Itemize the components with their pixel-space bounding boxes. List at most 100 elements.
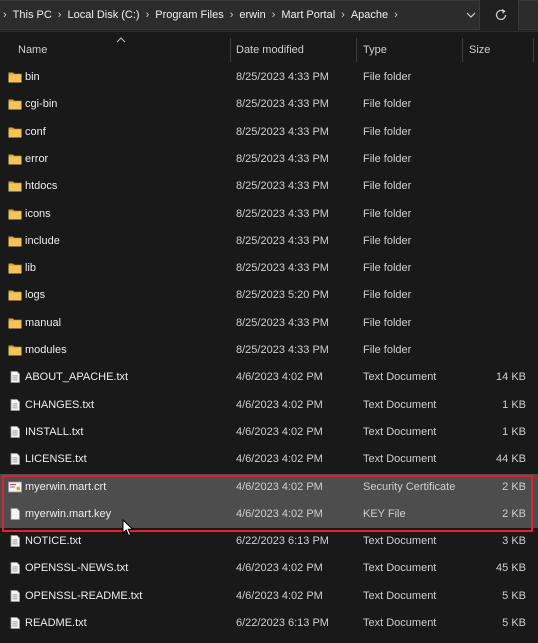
file-name: conf (25, 125, 46, 138)
file-row[interactable]: LICENSE.txt 4/6/2023 4:02 PM Text Document… (0, 446, 538, 473)
file-row[interactable]: bin 8/25/2023 4:33 PM File folder (0, 64, 538, 91)
chevron-right-icon[interactable]: › (272, 9, 276, 21)
file-name: NOTICE.txt (25, 535, 82, 548)
file-type: File folder (363, 262, 412, 275)
breadcrumb-apache[interactable]: Apache (351, 9, 388, 21)
file-name: myerwin.mart.key (25, 507, 112, 520)
file-row[interactable]: INSTALL.txt 4/6/2023 4:02 PM Text Document… (0, 419, 538, 446)
breadcrumb-this-pc[interactable]: This PC (13, 9, 52, 21)
file-name: OPENSSL-README.txt (25, 589, 143, 602)
file-type: Text Document (363, 453, 437, 466)
breadcrumb-mart-portal[interactable]: Mart Portal (281, 9, 335, 21)
file-size: 1 KB (502, 425, 526, 438)
file-date-modified: 8/25/2023 4:33 PM (236, 234, 329, 247)
file-row[interactable]: modules 8/25/2023 4:33 PM File folder (0, 337, 538, 364)
text-file-icon (8, 371, 22, 384)
file-type: Text Document (363, 425, 437, 438)
file-row[interactable]: myerwin.mart.crt 4/6/2023 4:02 PM Security… (0, 473, 538, 501)
folder-icon (8, 208, 22, 220)
file-type: Text Document (363, 562, 437, 575)
file-date-modified: 4/6/2023 4:02 PM (236, 507, 323, 520)
file-name: bin (25, 71, 40, 83)
file-date-modified: 8/25/2023 4:33 PM (236, 262, 329, 275)
file-name: htdocs (25, 180, 58, 193)
search-input[interactable] (518, 0, 538, 30)
file-name: ABOUT_APACHE.txt (25, 371, 129, 384)
file-date-modified: 4/6/2023 4:02 PM (236, 371, 323, 384)
file-name: README.txt (25, 617, 87, 629)
file-name: include (25, 234, 60, 247)
refresh-icon (495, 9, 507, 21)
file-size: 2 KB (502, 480, 526, 493)
refresh-button[interactable] (487, 2, 515, 28)
file-row[interactable]: manual 8/25/2023 4:33 PM File folder (0, 310, 538, 337)
breadcrumb-erwin[interactable]: erwin (239, 9, 265, 21)
file-size: 3 KB (502, 535, 526, 548)
file-date-modified: 4/6/2023 4:02 PM (236, 398, 323, 411)
file-name: lib (25, 262, 37, 275)
file-date-modified: 6/22/2023 6:13 PM (236, 617, 329, 629)
file-name: manual (25, 316, 62, 329)
chevron-right-icon[interactable]: › (394, 9, 398, 21)
file-type: Text Document (363, 398, 437, 411)
file-row[interactable]: icons 8/25/2023 4:33 PM File folder (0, 201, 538, 228)
text-file-icon (8, 453, 22, 466)
column-divider[interactable] (356, 38, 357, 62)
file-date-modified: 6/22/2023 6:13 PM (236, 535, 329, 548)
file-size: 5 KB (502, 589, 526, 602)
chevron-right-icon[interactable]: › (230, 9, 234, 21)
file-row[interactable]: myerwin.mart.key 4/6/2023 4:02 PM KEY File… (0, 500, 538, 528)
file-row[interactable]: OPENSSL-NEWS.txt 4/6/2023 4:02 PM Text Doc… (0, 555, 538, 582)
column-divider[interactable] (230, 38, 231, 62)
file-row[interactable]: error 8/25/2023 4:33 PM File folder (0, 146, 538, 173)
breadcrumb-program-files[interactable]: Program Files (155, 9, 223, 21)
file-row[interactable]: ABOUT_APACHE.txt 4/6/2023 4:02 PM Text Doc… (0, 364, 538, 391)
file-date-modified: 8/25/2023 4:33 PM (236, 71, 329, 83)
breadcrumb-local-disk[interactable]: Local Disk (C:) (67, 9, 139, 21)
address-bar: › This PC › Local Disk (C:) › Program Fi… (0, 0, 538, 32)
column-size[interactable]: Size (469, 35, 529, 65)
address-dropdown-button[interactable] (464, 7, 478, 23)
file-type: File folder (363, 180, 412, 193)
column-divider[interactable] (533, 38, 534, 62)
file-name: INSTALL.txt (25, 425, 84, 438)
column-name-label: Name (18, 44, 48, 56)
file-name: icons (25, 207, 51, 220)
text-file-icon (8, 425, 22, 438)
column-divider[interactable] (462, 38, 463, 62)
folder-icon (8, 98, 22, 110)
chevron-right-icon[interactable]: › (146, 9, 150, 21)
file-date-modified: 4/6/2023 4:02 PM (236, 480, 323, 493)
file-row[interactable]: conf 8/25/2023 4:33 PM File folder (0, 119, 538, 146)
column-type[interactable]: Type (363, 35, 458, 65)
file-date-modified: 8/25/2023 4:33 PM (236, 316, 329, 329)
file-date-modified: 8/25/2023 5:20 PM (236, 289, 329, 302)
file-type: File folder (363, 152, 412, 165)
file-type: File folder (363, 71, 412, 83)
column-date-label: Date modified (236, 44, 304, 56)
file-row[interactable]: CHANGES.txt 4/6/2023 4:02 PM Text Document… (0, 392, 538, 419)
file-size: 14 KB (496, 371, 526, 384)
file-row[interactable]: NOTICE.txt 6/22/2023 6:13 PM Text Document… (0, 528, 538, 555)
file-row[interactable]: cgi-bin 8/25/2023 4:33 PM File folder (0, 91, 538, 118)
column-name[interactable]: Name (18, 35, 228, 65)
column-date-modified[interactable]: Date modified (236, 35, 352, 65)
file-row[interactable]: OPENSSL-README.txt 4/6/2023 4:02 PM Text D… (0, 583, 538, 610)
folder-icon (8, 344, 22, 356)
chevron-right-icon[interactable]: › (3, 9, 7, 21)
chevron-down-icon (466, 12, 476, 18)
mouse-cursor-icon (122, 519, 134, 537)
file-name: error (25, 152, 49, 165)
file-row[interactable]: include 8/25/2023 4:33 PM File folder (0, 228, 538, 255)
file-row[interactable]: logs 8/25/2023 5:20 PM File folder (0, 282, 538, 309)
file-name: logs (25, 289, 46, 302)
folder-icon (8, 180, 22, 192)
breadcrumb[interactable]: › This PC › Local Disk (C:) › Program Fi… (0, 0, 480, 30)
file-row[interactable]: htdocs 8/25/2023 4:33 PM File folder (0, 173, 538, 200)
file-row[interactable]: README.txt 6/22/2023 6:13 PM Text Document… (0, 610, 538, 637)
file-row[interactable]: lib 8/25/2023 4:33 PM File folder (0, 255, 538, 282)
text-file-icon (8, 398, 22, 411)
file-date-modified: 8/25/2023 4:33 PM (236, 152, 329, 165)
chevron-right-icon[interactable]: › (58, 9, 62, 21)
chevron-right-icon[interactable]: › (341, 9, 345, 21)
